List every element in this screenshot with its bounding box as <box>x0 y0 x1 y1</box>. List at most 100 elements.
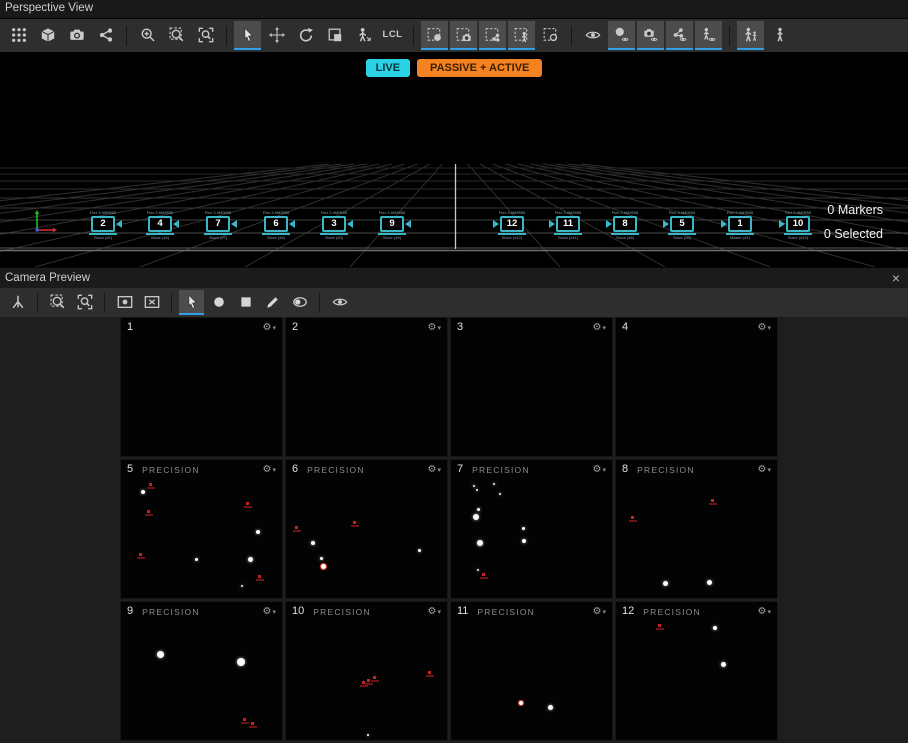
camera-preview-cell-1[interactable]: 1 ⚙▾ <box>120 317 283 457</box>
tool-eye[interactable] <box>327 290 352 315</box>
marker-dot <box>418 549 421 552</box>
tool-zoom-select[interactable] <box>45 290 70 315</box>
camera-number: 4 <box>157 218 162 229</box>
camera-preview-cell-11[interactable]: 11 PRECISION ⚙▾ <box>450 601 613 741</box>
tool-lcl[interactable]: LCL <box>379 21 406 50</box>
cell-settings-button[interactable]: ⚙▾ <box>593 606 606 617</box>
cell-settings-button[interactable]: ⚙▾ <box>428 606 441 617</box>
zoom-select-icon <box>169 27 185 43</box>
close-button[interactable]: × <box>892 271 900 285</box>
tool-select-skeleton[interactable] <box>508 21 535 50</box>
tool-select-marker[interactable] <box>421 21 448 50</box>
tool-toggle-oval[interactable] <box>287 290 312 315</box>
camera-preview-cell-5[interactable]: 5 PRECISION ⚙▾ <box>120 459 283 599</box>
camera-number: 3 <box>331 218 336 229</box>
tool-scale[interactable] <box>321 21 348 50</box>
marker-dot <box>241 585 243 587</box>
cell-settings-button[interactable]: ⚙▾ <box>593 322 606 333</box>
camera-lens-icon <box>549 220 555 228</box>
tool-vis-marker[interactable] <box>608 21 635 50</box>
tool-camera[interactable] <box>63 21 90 50</box>
cell-settings-button[interactable]: ⚙▾ <box>758 322 771 333</box>
camera-lens-icon <box>347 220 353 228</box>
tool-grid-menu[interactable] <box>5 21 32 50</box>
camera-lens-icon <box>173 220 179 228</box>
cell-settings-button[interactable]: ⚙▾ <box>263 322 276 333</box>
tool-tripod[interactable] <box>5 290 30 315</box>
camera-icon-6[interactable]: Flex 3 #M9555 6 Slave (#6) <box>253 210 299 240</box>
camera-sync-label: Slave (#9) <box>369 235 415 240</box>
camera-sync-label: Slave (#5) <box>659 235 705 240</box>
tool-frame-x[interactable] <box>139 290 164 315</box>
camera-icon-4[interactable]: Flex 3 #M9555 4 Slave (#4) <box>137 210 183 240</box>
camera-preview-cell-10[interactable]: 10 PRECISION ⚙▾ <box>285 601 448 741</box>
cell-header: 11 PRECISION ⚙▾ <box>451 602 612 620</box>
cell-settings-button[interactable]: ⚙▾ <box>428 322 441 333</box>
tool-frame-dot[interactable] <box>112 290 137 315</box>
tool-select-rigidbody[interactable] <box>479 21 506 50</box>
tool-cube[interactable] <box>34 21 61 50</box>
tool-cursor[interactable] <box>179 290 204 315</box>
tool-share-nodes[interactable] <box>92 21 119 50</box>
cell-settings-button[interactable]: ⚙▾ <box>758 464 771 475</box>
marker-dot <box>237 658 245 666</box>
camera-preview-grid: 1 ⚙▾ 2 ⚙▾ 3 ⚙▾ 4 ⚙▾ 5 PRECISION ⚙▾ 6 PRE… <box>120 317 778 741</box>
tool-rotate[interactable] <box>292 21 319 50</box>
tool-zoom-select[interactable] <box>163 21 190 50</box>
marker-dot <box>519 701 523 705</box>
tool-person-track[interactable] <box>350 21 377 50</box>
camera-number: 7 <box>457 463 463 475</box>
camera-preview-cell-12[interactable]: 12 PRECISION ⚙▾ <box>615 601 778 741</box>
camera-icon-8[interactable]: Flex 3 #M9555 8 Slave (#8) <box>602 210 648 240</box>
tool-vis-camera[interactable] <box>637 21 664 50</box>
camera-icon-10[interactable]: Flex 3 #M9555 10 Slave (#10) <box>775 210 821 240</box>
passive-active-button[interactable]: PASSIVE + ACTIVE <box>417 59 542 77</box>
camera-icon-9[interactable]: Flex 3 #M9555 9 Slave (#9) <box>369 210 415 240</box>
camera-preview-cell-3[interactable]: 3 ⚙▾ <box>450 317 613 457</box>
tool-select-camera[interactable] <box>450 21 477 50</box>
tool-vis-rigidbody[interactable] <box>666 21 693 50</box>
tool-cursor[interactable] <box>234 21 261 50</box>
tool-square[interactable] <box>233 290 258 315</box>
camera-icon-5[interactable]: Flex 3 #M9555 5 Slave (#5) <box>659 210 705 240</box>
tool-circle[interactable] <box>206 290 231 315</box>
camera-preview-cell-7[interactable]: 7 PRECISION ⚙▾ <box>450 459 613 599</box>
tool-vis-skeleton[interactable] <box>695 21 722 50</box>
camera-sync-label: Slave (#10) <box>775 235 821 240</box>
tool-pencil[interactable] <box>260 290 285 315</box>
tool-zoom-fit[interactable] <box>72 290 97 315</box>
camera-number: 12 <box>622 605 634 617</box>
marker-dot <box>663 581 668 586</box>
live-button[interactable]: LIVE <box>366 59 410 77</box>
cell-settings-button[interactable]: ⚙▾ <box>593 464 606 475</box>
camera-icon-2[interactable]: Flex 3 #M9555 2 Slave (#2) <box>80 210 126 240</box>
tool-eye[interactable] <box>579 21 606 50</box>
tool-skeleton-pair[interactable] <box>737 21 764 50</box>
camera-preview-cell-8[interactable]: 8 PRECISION ⚙▾ <box>615 459 778 599</box>
camera-lens-icon <box>606 220 612 228</box>
camera-model-label: Flex 3 #M9555 <box>311 210 357 215</box>
tool-person-walk[interactable] <box>766 21 793 50</box>
tool-zoom-in[interactable] <box>134 21 161 50</box>
camera-icon-12[interactable]: Flex 3 #M9555 12 Slave (#12) <box>489 210 535 240</box>
camera-icon-1[interactable]: Flex 3 #M9555 1 Master (#1) <box>717 210 763 240</box>
camera-preview-cell-6[interactable]: 6 PRECISION ⚙▾ <box>285 459 448 599</box>
camera-icon-11[interactable]: Flex 3 #M9555 11 Slave (#11) <box>545 210 591 240</box>
cell-settings-button[interactable]: ⚙▾ <box>263 464 276 475</box>
camera-preview-cell-9[interactable]: 9 PRECISION ⚙▾ <box>120 601 283 741</box>
cell-settings-button[interactable]: ⚙▾ <box>428 464 441 475</box>
camera-preview-cell-4[interactable]: 4 ⚙▾ <box>615 317 778 457</box>
camera-icon-7[interactable]: Flex 3 #M9555 7 Slave (#7) <box>195 210 241 240</box>
camera-number: 6 <box>273 218 278 229</box>
tool-select-extra[interactable] <box>537 21 564 50</box>
camera-icon-3[interactable]: Flex 3 #M9555 3 Slave (#3) <box>311 210 357 240</box>
camera-preview-cell-2[interactable]: 2 ⚙▾ <box>285 317 448 457</box>
tool-translate[interactable] <box>263 21 290 50</box>
cell-settings-button[interactable]: ⚙▾ <box>263 606 276 617</box>
marker-dot <box>477 540 483 546</box>
cell-settings-button[interactable]: ⚙▾ <box>758 606 771 617</box>
tool-zoom-fit[interactable] <box>192 21 219 50</box>
viewport-3d[interactable]: LIVE PASSIVE + ACTIVE Flex 3 #M9555 2 Sl… <box>0 52 908 267</box>
camera-sync-label: Slave (#12) <box>489 235 535 240</box>
camera-number: 4 <box>622 321 628 333</box>
